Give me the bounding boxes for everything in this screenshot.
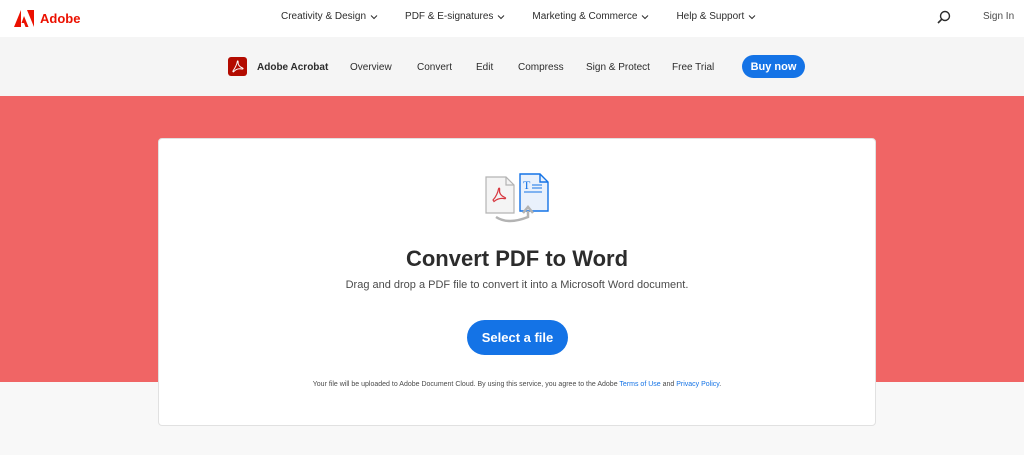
- search-icon[interactable]: [937, 10, 951, 24]
- adobe-logo-icon: [14, 9, 34, 27]
- acrobat-icon: [232, 60, 244, 73]
- nav-overview[interactable]: Overview: [350, 62, 392, 73]
- upload-card[interactable]: T Convert PDF to Word Drag and drop a PD…: [158, 138, 876, 426]
- select-file-button[interactable]: Select a file: [467, 320, 568, 355]
- nav-item-label: PDF & E-signatures: [405, 11, 494, 22]
- chevron-down-icon: [498, 14, 505, 19]
- nav-pdf-esignatures[interactable]: PDF & E-signatures: [405, 11, 505, 22]
- sign-in-link[interactable]: Sign In: [983, 11, 1014, 22]
- nav-convert[interactable]: Convert: [417, 62, 452, 73]
- nav-sign-protect[interactable]: Sign & Protect: [586, 62, 650, 73]
- adobe-logo[interactable]: Adobe: [14, 9, 80, 27]
- product-title[interactable]: Adobe Acrobat: [257, 62, 328, 73]
- nav-compress[interactable]: Compress: [518, 62, 564, 73]
- nav-item-label: Creativity & Design: [281, 11, 367, 22]
- acrobat-logo[interactable]: [228, 57, 247, 76]
- nav-free-trial[interactable]: Free Trial: [672, 62, 714, 73]
- legal-suffix: .: [719, 381, 722, 388]
- legal-text: Your file will be uploaded to Adobe Docu…: [312, 381, 620, 388]
- svg-text:T: T: [523, 178, 531, 192]
- nav-help-support[interactable]: Help & Support: [676, 11, 756, 22]
- adobe-logo-text: Adobe: [40, 10, 81, 26]
- nav-marketing-commerce[interactable]: Marketing & Commerce: [532, 11, 649, 22]
- global-nav-menu: Creativity & Design PDF & E-signatures M…: [281, 11, 756, 22]
- chevron-down-icon: [370, 14, 378, 19]
- legal-notice: Your file will be uploaded to Adobe Docu…: [159, 381, 875, 388]
- global-nav: Adobe Creativity & Design PDF & E-signat…: [0, 0, 1024, 37]
- nav-item-label: Help & Support: [676, 11, 745, 22]
- page-subtitle: Drag and drop a PDF file to convert it i…: [345, 279, 689, 291]
- nav-creativity-design[interactable]: Creativity & Design: [281, 11, 378, 22]
- legal-and: and: [660, 381, 677, 388]
- terms-of-use-link[interactable]: Terms of Use: [619, 381, 660, 388]
- privacy-policy-link[interactable]: Privacy Policy: [676, 381, 719, 388]
- buy-now-button[interactable]: Buy now: [742, 55, 805, 78]
- product-nav: Adobe Acrobat Overview Convert Edit Comp…: [0, 37, 1024, 96]
- page-title: Convert PDF to Word: [405, 246, 629, 271]
- nav-edit[interactable]: Edit: [476, 62, 493, 73]
- chevron-down-icon: [642, 14, 649, 19]
- pdf-to-word-icon: T: [485, 173, 549, 223]
- chevron-down-icon: [748, 14, 756, 19]
- nav-item-label: Marketing & Commerce: [532, 11, 638, 22]
